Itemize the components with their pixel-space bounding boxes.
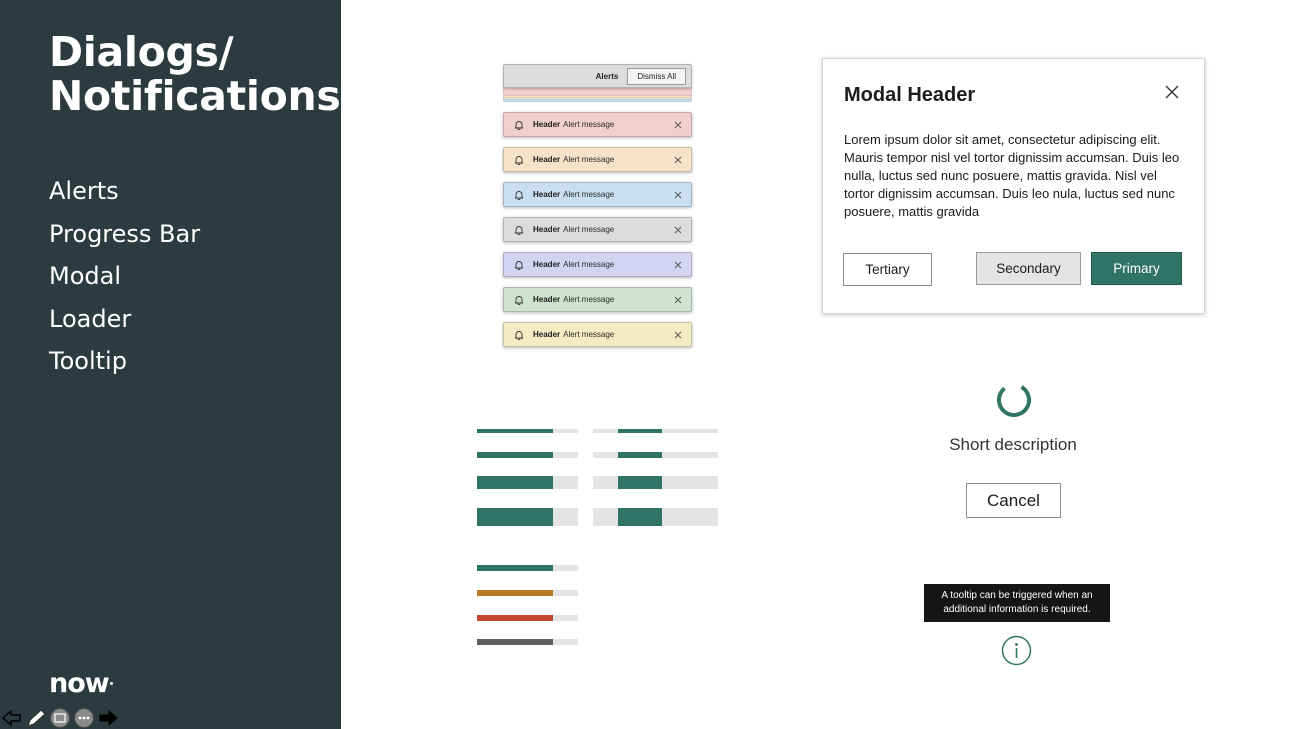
determinate-progress-bar (477, 508, 578, 526)
status-progress-bar (477, 565, 578, 571)
alert-item: Header Alert message (503, 147, 692, 172)
indeterminate-progress-bar (593, 429, 718, 433)
alert-header: Header (533, 155, 561, 164)
indeterminate-progress-bar (593, 452, 718, 458)
bell-icon (513, 189, 524, 200)
bell-icon (513, 224, 524, 235)
progress-fill (477, 639, 553, 645)
determinate-progress-bar (477, 452, 578, 458)
tooltip-line-1: A tooltip can be triggered when an (941, 590, 1093, 601)
close-icon[interactable] (673, 260, 682, 269)
alert-item: Header Alert message (503, 287, 692, 312)
bell-icon (513, 154, 524, 165)
pen-icon[interactable] (24, 707, 48, 729)
loader-spinner-icon (996, 382, 1032, 418)
alert-item: Header Alert message (503, 322, 692, 347)
sidebar-item-loader[interactable]: Loader (49, 298, 200, 341)
bell-icon (513, 329, 524, 340)
tooltip: A tooltip can be triggered when an addit… (924, 584, 1110, 622)
alert-message: Alert message (563, 260, 615, 269)
presentation-toolbar (0, 706, 120, 729)
bell-icon (513, 259, 524, 270)
indeterminate-progress-bar (593, 508, 718, 526)
close-icon[interactable] (673, 155, 682, 164)
progress-fill (618, 476, 662, 489)
close-icon[interactable] (673, 190, 682, 199)
tertiary-button[interactable]: Tertiary (843, 253, 932, 286)
more-options-icon[interactable] (72, 707, 96, 729)
status-progress-bar (477, 590, 578, 596)
alert-item: Header Alert message (503, 112, 692, 137)
close-icon[interactable] (1164, 84, 1180, 100)
info-icon[interactable] (1001, 635, 1032, 666)
modal-dialog: Modal Header Lorem ipsum dolor sit amet,… (822, 58, 1205, 314)
previous-slide-icon[interactable] (0, 707, 24, 729)
sidebar-item-modal[interactable]: Modal (49, 255, 200, 298)
alert-header: Header (533, 120, 561, 129)
alert-message: Alert message (563, 225, 615, 234)
determinate-progress-bar (477, 429, 578, 433)
sidebar: Dialogs/ Notifications Alerts Progress B… (0, 0, 341, 729)
alerts-summary-bar: Alerts Dismiss All (503, 64, 692, 88)
alert-message: Alert message (563, 155, 615, 164)
close-icon[interactable] (673, 120, 682, 129)
page-title-line-2: Notifications (49, 72, 341, 120)
progress-fill (618, 429, 662, 433)
progress-fill (618, 452, 662, 458)
sidebar-item-progress-bar[interactable]: Progress Bar (49, 213, 200, 256)
bell-icon (513, 119, 524, 130)
modal-header: Modal Header (844, 84, 976, 106)
status-progress-bar (477, 615, 578, 621)
indeterminate-progress-bar (593, 476, 718, 489)
status-progress-bar (477, 639, 578, 645)
alert-header: Header (533, 225, 561, 234)
page-title: Dialogs/ Notifications (49, 30, 341, 118)
progress-fill (477, 590, 553, 596)
logo-dot (109, 682, 113, 685)
alert-message: Alert message (563, 295, 615, 304)
sidebar-item-tooltip[interactable]: Tooltip (49, 340, 200, 383)
alert-header: Header (533, 260, 561, 269)
dismiss-all-button[interactable]: Dismiss All (627, 67, 686, 85)
alert-item: Header Alert message (503, 217, 692, 242)
logo-text: now (49, 668, 110, 699)
alert-message: Alert message (563, 330, 615, 339)
alert-item: Header Alert message (503, 182, 692, 207)
alert-message: Alert message (563, 190, 615, 199)
page-title-line-1: Dialogs/ (49, 28, 234, 76)
alert-item: Header Alert message (503, 252, 692, 277)
alerts-bar-label: Alerts (595, 71, 619, 81)
alert-header: Header (533, 295, 561, 304)
close-icon[interactable] (673, 225, 682, 234)
alert-header: Header (533, 190, 561, 199)
progress-fill (618, 508, 662, 526)
slides-icon[interactable] (48, 707, 72, 729)
progress-fill (477, 565, 553, 571)
bell-icon (513, 294, 524, 305)
servicenow-logo: now (49, 669, 113, 699)
primary-button[interactable]: Primary (1091, 252, 1182, 285)
close-icon[interactable] (673, 330, 682, 339)
progress-fill (477, 476, 553, 489)
progress-fill (477, 429, 553, 433)
sidebar-nav: Alerts Progress Bar Modal Loader Tooltip (49, 170, 200, 383)
determinate-progress-bar (477, 476, 578, 489)
close-icon[interactable] (673, 295, 682, 304)
next-slide-icon[interactable] (96, 707, 120, 729)
modal-body: Lorem ipsum dolor sit amet, consectetur … (844, 132, 1180, 219)
tooltip-line-2: additional information is required. (943, 604, 1091, 615)
secondary-button[interactable]: Secondary (976, 252, 1081, 285)
loader-description: Short description (949, 435, 1077, 454)
progress-fill (477, 452, 553, 458)
progress-fill (477, 615, 553, 621)
alert-message: Alert message (563, 120, 615, 129)
progress-fill (477, 508, 553, 526)
alert-header: Header (533, 330, 561, 339)
cancel-button[interactable]: Cancel (966, 483, 1061, 518)
sidebar-item-alerts[interactable]: Alerts (49, 170, 200, 213)
